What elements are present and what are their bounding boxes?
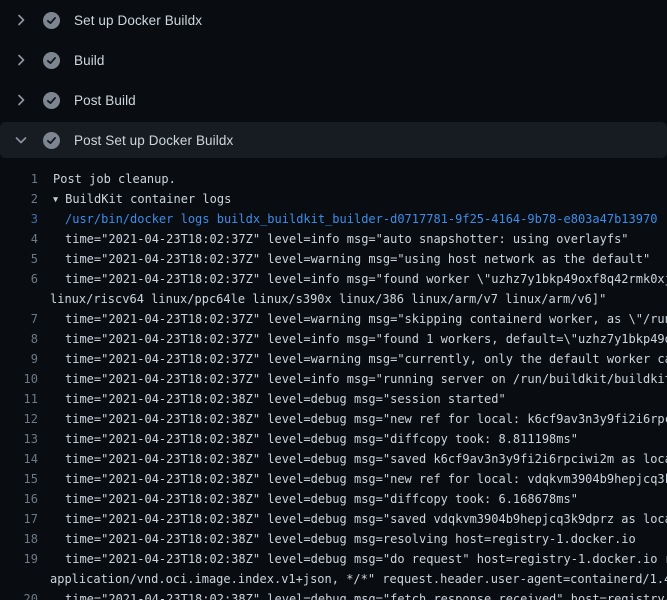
chevron-down-icon[interactable] [13,132,29,148]
line-text: ▼BuildKit container logs [53,189,231,209]
line-number[interactable]: 20 [0,589,38,600]
line-text: time="2021-04-23T18:02:38Z" level=debug … [65,449,667,469]
log-line: 2 ▼BuildKit container logs [0,189,667,209]
step-title: Set up Docker Buildx [74,13,202,28]
chevron-right-icon[interactable] [13,92,29,108]
log-area: 1 Post job cleanup. 2 ▼BuildKit containe… [0,160,667,600]
log-line: 13 time="2021-04-23T18:02:38Z" level=deb… [0,429,667,449]
line-number[interactable]: 14 [0,449,38,469]
log-line: 19 time="2021-04-23T18:02:38Z" level=deb… [0,549,667,569]
line-number[interactable] [0,289,38,309]
line-number[interactable]: 2 [0,189,38,209]
line-text: time="2021-04-23T18:02:37Z" level=info m… [65,369,667,389]
line-number[interactable]: 17 [0,509,38,529]
line-number[interactable]: 16 [0,489,38,509]
line-number[interactable]: 4 [0,229,38,249]
line-number[interactable] [0,569,38,589]
line-number[interactable]: 8 [0,329,38,349]
line-number[interactable]: 5 [0,249,38,269]
log-line: 16 time="2021-04-23T18:02:38Z" level=deb… [0,489,667,509]
line-number[interactable]: 9 [0,349,38,369]
line-number[interactable]: 11 [0,389,38,409]
step-title: Post Set up Docker Buildx [74,133,233,148]
check-circle-icon [43,12,60,29]
log-line: 4 time="2021-04-23T18:02:37Z" level=info… [0,229,667,249]
line-number[interactable]: 1 [0,169,38,189]
line-text: time="2021-04-23T18:02:37Z" level=warnin… [65,249,650,269]
log-line: 10 time="2021-04-23T18:02:37Z" level=inf… [0,369,667,389]
actions-log-viewer: Set up Docker Buildx Build P [0,0,667,600]
line-text: time="2021-04-23T18:02:37Z" level=info m… [65,329,667,349]
line-text: time="2021-04-23T18:02:37Z" level=warnin… [65,309,667,329]
line-text: time="2021-04-23T18:02:38Z" level=debug … [65,389,506,409]
log-line: 15 time="2021-04-23T18:02:38Z" level=deb… [0,469,667,489]
log-line: application/vnd.oci.image.index.v1+json,… [0,569,667,589]
line-text: time="2021-04-23T18:02:38Z" level=debug … [65,469,667,489]
line-number[interactable]: 19 [0,549,38,569]
line-text: time="2021-04-23T18:02:38Z" level=debug … [65,509,667,529]
log-line: 8 time="2021-04-23T18:02:37Z" level=info… [0,329,667,349]
step-header-1[interactable]: Build [0,40,667,80]
step-title: Post Build [74,93,136,108]
line-number[interactable]: 7 [0,309,38,329]
log-line: 20 time="2021-04-23T18:02:38Z" level=deb… [0,589,667,600]
step-title: Build [74,53,105,68]
log-line: 14 time="2021-04-23T18:02:38Z" level=deb… [0,449,667,469]
line-text: time="2021-04-23T18:02:37Z" level=info m… [65,269,667,289]
line-number[interactable]: 3 [0,209,38,229]
line-text: linux/riscv64 linux/ppc64le linux/s390x … [50,289,606,309]
line-text: time="2021-04-23T18:02:38Z" level=debug … [65,409,667,429]
line-text: Post job cleanup. [53,169,176,189]
line-text: time="2021-04-23T18:02:37Z" level=info m… [65,229,629,249]
chevron-right-icon[interactable] [13,52,29,68]
log-line: 17 time="2021-04-23T18:02:38Z" level=deb… [0,509,667,529]
log-line: 9 time="2021-04-23T18:02:37Z" level=warn… [0,349,667,369]
line-number[interactable]: 13 [0,429,38,449]
line-text: time="2021-04-23T18:02:37Z" level=warnin… [65,349,667,369]
line-text: time="2021-04-23T18:02:38Z" level=debug … [65,589,667,600]
step-header-3[interactable]: Post Set up Docker Buildx [0,122,667,158]
log-line: 1 Post job cleanup. [0,169,667,189]
line-text: time="2021-04-23T18:02:38Z" level=debug … [65,529,636,549]
step-header-2[interactable]: Post Build [0,80,667,120]
chevron-right-icon[interactable] [13,12,29,28]
line-number[interactable]: 15 [0,469,38,489]
group-toggle-icon[interactable]: ▼ [53,190,58,209]
line-text: application/vnd.oci.image.index.v1+json,… [50,569,667,589]
steps-list: Set up Docker Buildx Build P [0,0,667,158]
check-circle-icon [43,92,60,109]
line-number[interactable]: 10 [0,369,38,389]
line-text: /usr/bin/docker logs buildx_buildkit_bui… [65,209,657,229]
check-circle-icon [43,132,60,149]
check-circle-icon [43,52,60,69]
line-text: time="2021-04-23T18:02:38Z" level=debug … [65,549,667,569]
line-number[interactable]: 18 [0,529,38,549]
log-line: 18 time="2021-04-23T18:02:38Z" level=deb… [0,529,667,549]
log-line: 12 time="2021-04-23T18:02:38Z" level=deb… [0,409,667,429]
log-line: 11 time="2021-04-23T18:02:38Z" level=deb… [0,389,667,409]
step-header-0[interactable]: Set up Docker Buildx [0,0,667,40]
log-line: linux/riscv64 linux/ppc64le linux/s390x … [0,289,667,309]
log-line: 5 time="2021-04-23T18:02:37Z" level=warn… [0,249,667,269]
log-line: 6 time="2021-04-23T18:02:37Z" level=info… [0,269,667,289]
log-line: 3 /usr/bin/docker logs buildx_buildkit_b… [0,209,667,229]
log-line: 7 time="2021-04-23T18:02:37Z" level=warn… [0,309,667,329]
line-text: time="2021-04-23T18:02:38Z" level=debug … [65,429,578,449]
line-text: time="2021-04-23T18:02:38Z" level=debug … [65,489,578,509]
line-number[interactable]: 12 [0,409,38,429]
line-number[interactable]: 6 [0,269,38,289]
